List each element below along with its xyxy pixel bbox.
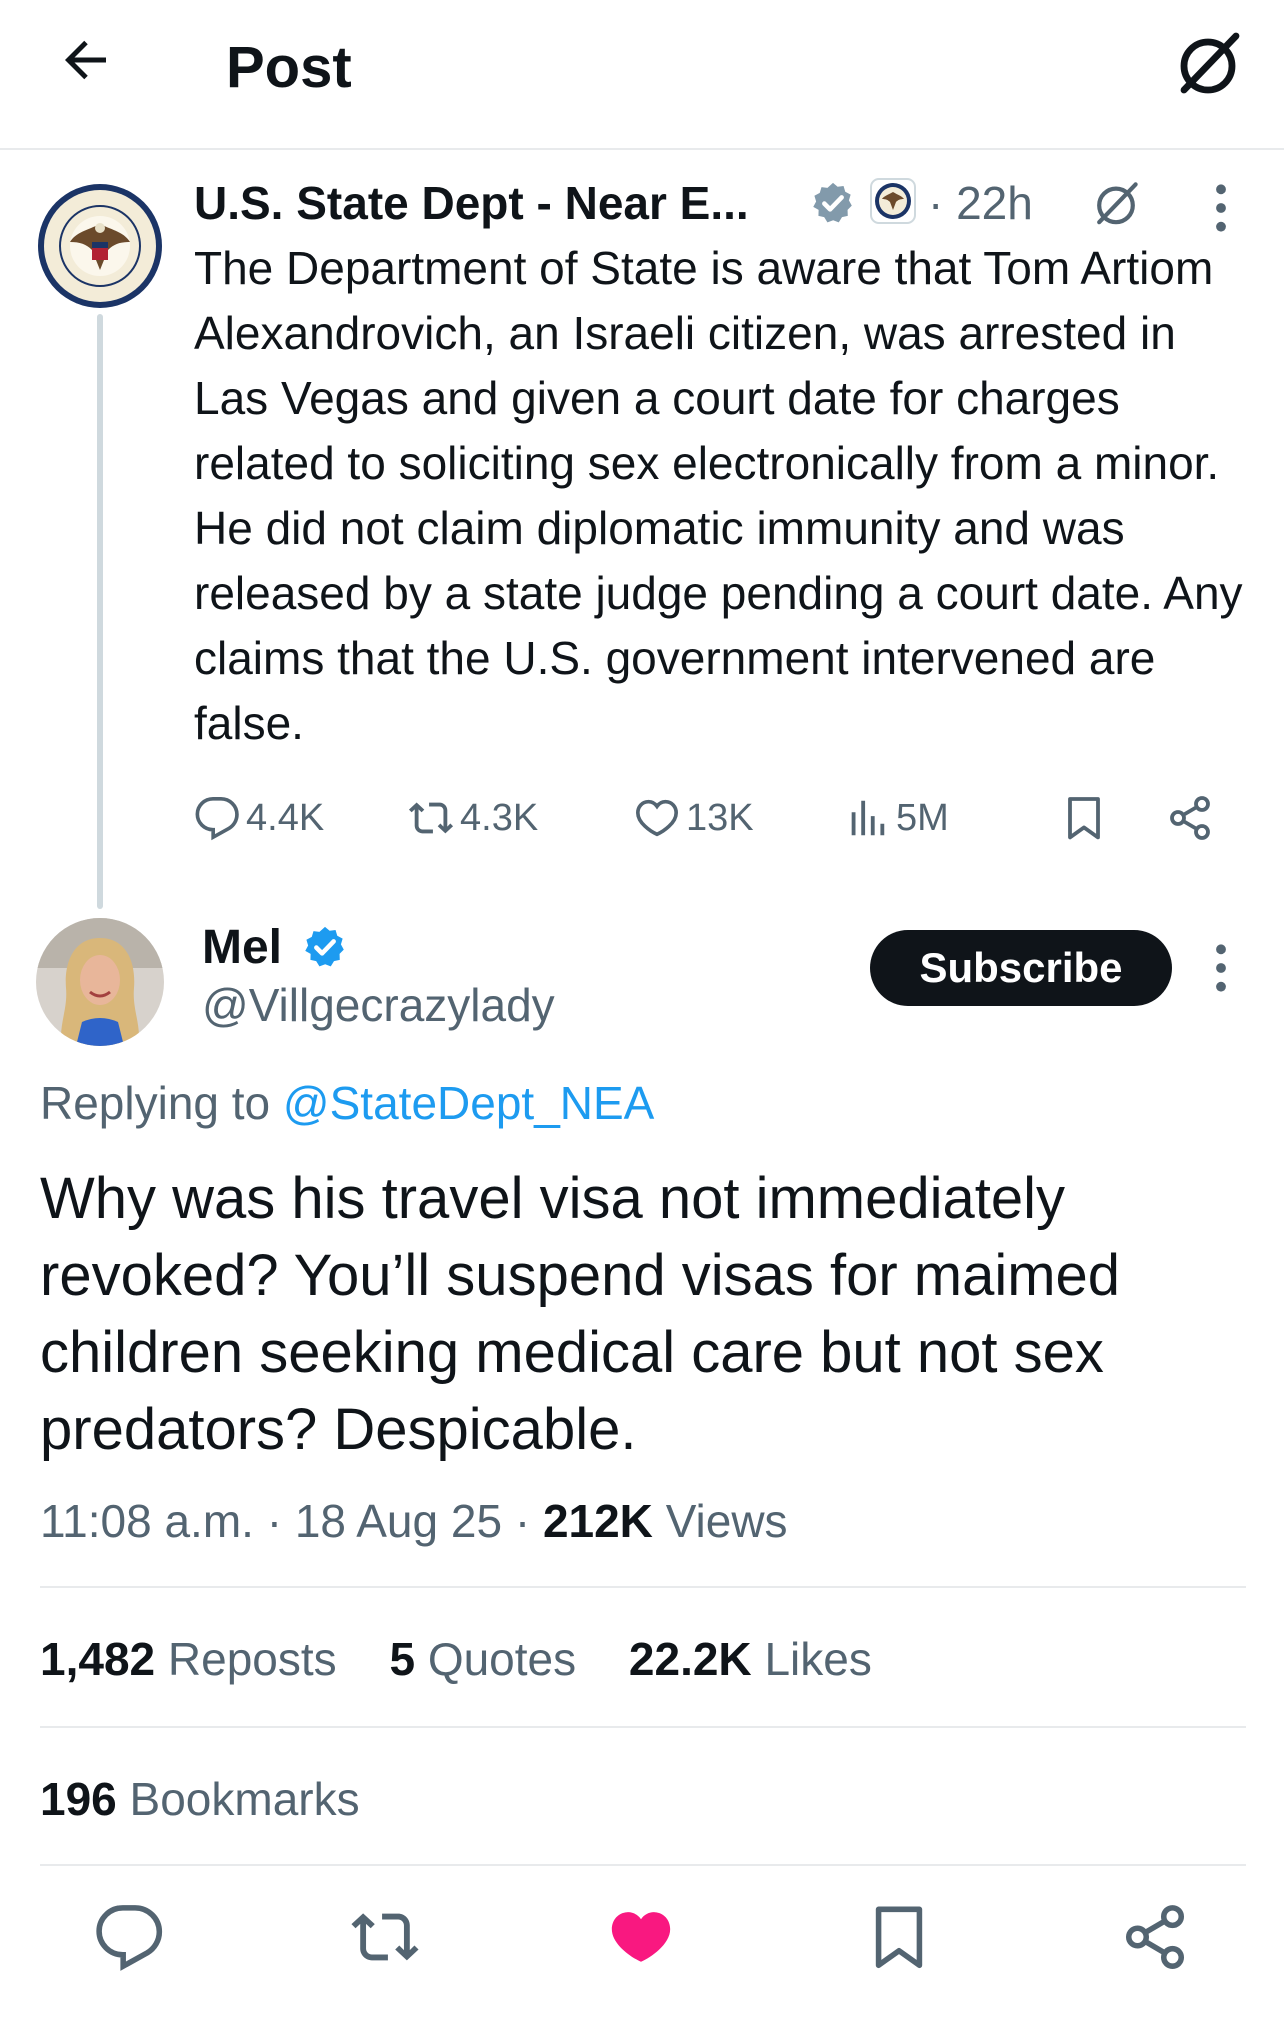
share-icon[interactable] xyxy=(1120,1902,1190,1972)
more-options-icon[interactable] xyxy=(1198,180,1244,236)
bookmarks-count: 196 xyxy=(40,1773,117,1825)
verified-badge-icon xyxy=(305,926,344,967)
post-text: The Department of State is aware that To… xyxy=(194,242,1243,749)
quotes-count: 5 xyxy=(389,1633,416,1685)
thread-connector xyxy=(97,314,103,909)
replying-prefix: Replying to xyxy=(40,1077,283,1129)
share-icon[interactable] xyxy=(1166,790,1214,846)
heart-outline-icon xyxy=(636,799,678,837)
repost-action[interactable]: 4.3K xyxy=(408,790,538,846)
divider xyxy=(40,1864,1246,1866)
reposts-label: Reposts xyxy=(167,1633,337,1685)
divider xyxy=(40,1586,1246,1588)
likes-count: 22.2K xyxy=(628,1633,752,1685)
grok-icon[interactable] xyxy=(1168,24,1248,104)
post-date[interactable]: 18 Aug 25 xyxy=(295,1495,502,1547)
verified-badge-icon xyxy=(813,182,852,223)
bottom-action-bar xyxy=(0,1876,1284,2006)
views-count: 5M xyxy=(896,796,949,839)
bookmark-icon[interactable] xyxy=(1060,790,1108,846)
more-options-icon[interactable] xyxy=(1198,940,1244,996)
likes-stat[interactable]: 22.2K Likes xyxy=(629,1633,872,1685)
separator-dot: · xyxy=(266,1495,295,1547)
quotes-stat[interactable]: 5 Quotes xyxy=(389,1633,576,1685)
user-photo xyxy=(36,918,164,1046)
reposts-count: 1,482 xyxy=(40,1633,156,1685)
page-title: Post xyxy=(226,35,352,100)
repost-icon xyxy=(408,802,454,834)
reply-icon[interactable] xyxy=(94,1902,164,1972)
like-action[interactable]: 13K xyxy=(634,790,754,846)
views-label: Views xyxy=(665,1495,788,1547)
subscribe-button[interactable]: Subscribe xyxy=(870,930,1172,1006)
reply-text: Why was his travel visa not immediately … xyxy=(40,1166,1121,1462)
state-dept-seal-icon xyxy=(38,184,162,308)
state-dept-avatar[interactable] xyxy=(36,182,164,310)
bookmarks-stat[interactable]: 196 Bookmarks xyxy=(40,1772,360,1826)
post-time[interactable]: 11:08 a.m. xyxy=(40,1495,254,1547)
views-chart-icon xyxy=(851,800,885,836)
arrow-left-icon[interactable] xyxy=(56,30,116,90)
views-count: 212K xyxy=(542,1495,653,1547)
avatar[interactable] xyxy=(36,918,164,1046)
author-name[interactable]: U.S. State Dept - Near E... xyxy=(194,176,749,230)
author-handle[interactable]: @Villgecrazylady xyxy=(202,978,555,1032)
replying-to: Replying to @StateDept_NEA xyxy=(40,1076,654,1130)
quotes-label: Quotes xyxy=(427,1633,577,1685)
bookmarks-label: Bookmarks xyxy=(129,1773,360,1825)
separator-dot: · xyxy=(514,1495,543,1547)
reply-icon xyxy=(195,797,239,841)
affiliation-seal-icon[interactable] xyxy=(870,178,916,224)
bookmark-icon[interactable] xyxy=(864,1902,934,1972)
views-action[interactable]: 5M xyxy=(844,790,949,846)
post-actions: 4.4K 4.3K 13K 5M xyxy=(194,790,1254,846)
likes-label: Likes xyxy=(764,1633,872,1685)
reposts-stat[interactable]: 1,482 Reposts xyxy=(40,1633,337,1685)
post-timestamp: 11:08 a.m. · 18 Aug 25 · 212K Views xyxy=(40,1494,788,1548)
reply-count: 4.4K xyxy=(246,796,325,839)
repost-icon[interactable] xyxy=(350,1902,420,1972)
engagement-stats: 1,482 Reposts 5 Quotes 22.2K Likes xyxy=(40,1632,912,1686)
top-bar xyxy=(0,0,1284,150)
divider xyxy=(40,1726,1246,1728)
post-time[interactable]: · 22h xyxy=(928,176,1033,230)
grok-icon[interactable] xyxy=(1088,176,1144,232)
like-count: 13K xyxy=(686,796,754,839)
like-icon-filled[interactable] xyxy=(606,1902,676,1972)
reply-action[interactable]: 4.4K xyxy=(194,790,324,846)
replying-handle-link[interactable]: @StateDept_NEA xyxy=(283,1077,654,1129)
author-name[interactable]: Mel xyxy=(202,920,282,975)
repost-count: 4.3K xyxy=(460,796,539,839)
